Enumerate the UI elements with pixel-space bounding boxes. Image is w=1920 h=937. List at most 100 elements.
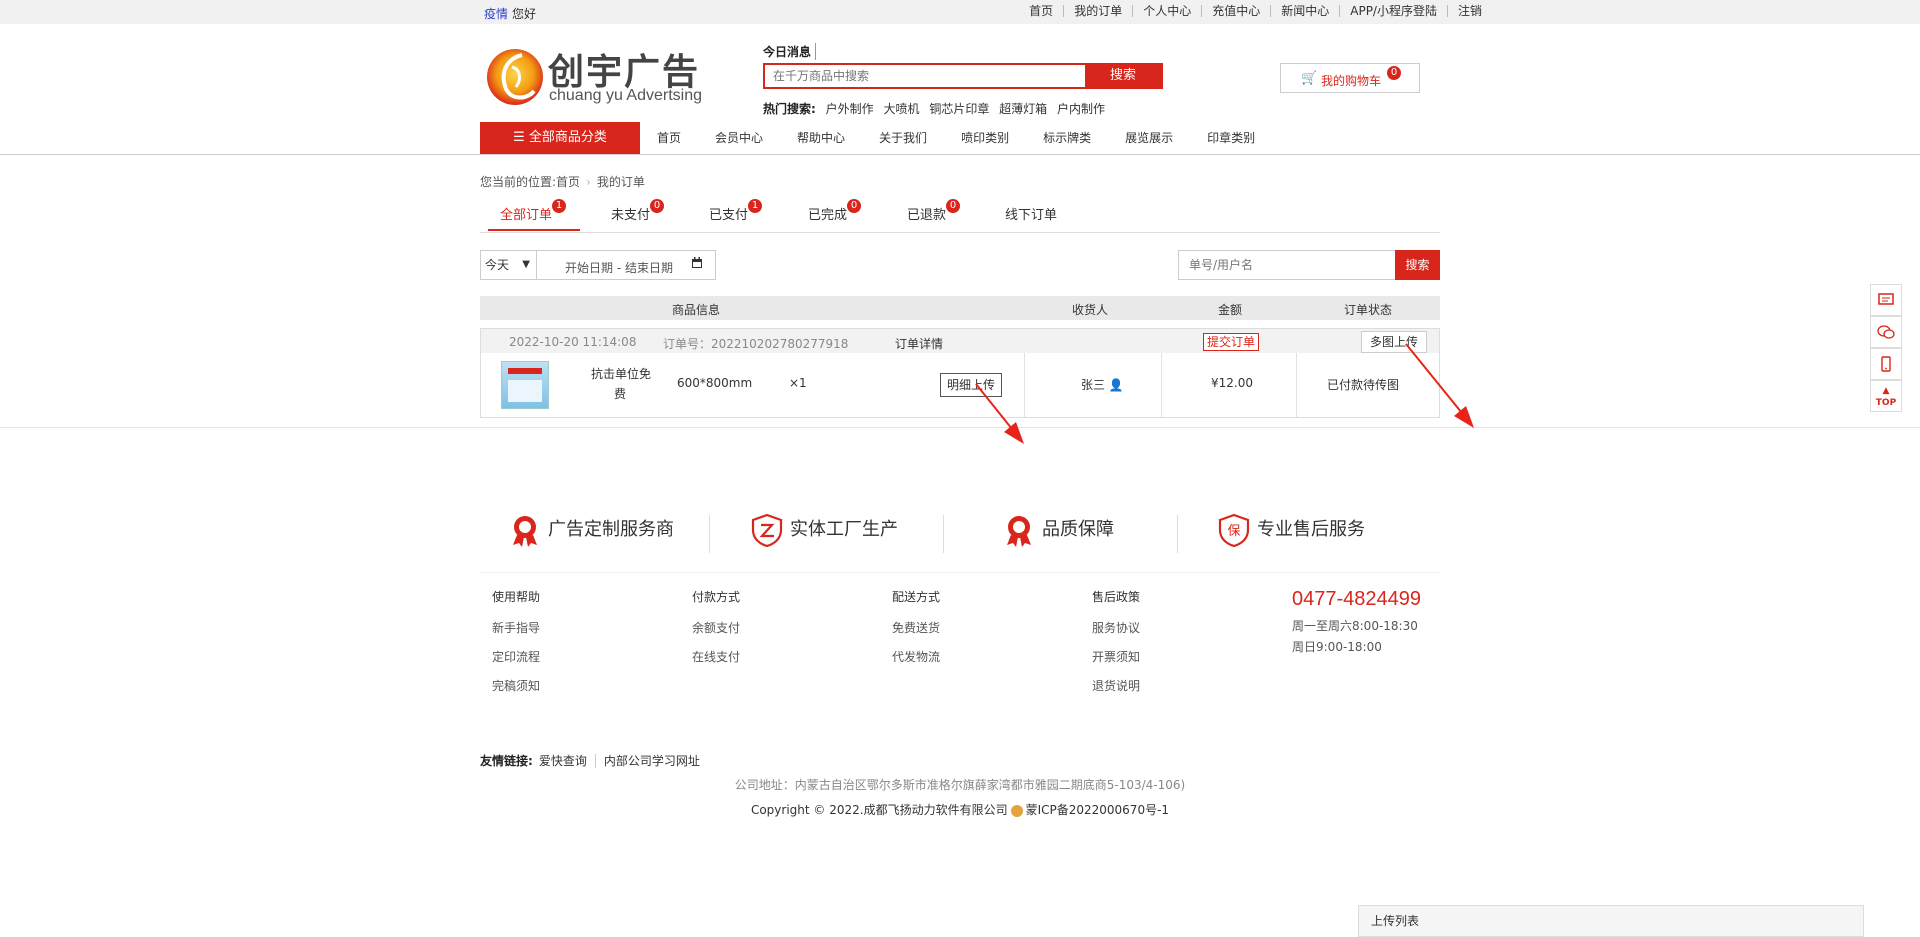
tab-count-badge: 0 (650, 199, 664, 213)
cart-button[interactable]: 🛒 我的购物车 0 (1280, 63, 1420, 93)
nav-item-help[interactable]: 帮助中心 (780, 122, 862, 154)
footer-link[interactable]: 开票须知 (1092, 648, 1140, 665)
link-divider (594, 754, 596, 768)
top-link-orders[interactable]: 我的订单 (1063, 5, 1132, 17)
nav-item-signage[interactable]: 标示牌类 (1026, 122, 1108, 154)
greeting: 疫情 您好 (484, 5, 536, 22)
friend-link[interactable]: 爱快查询 (539, 754, 587, 768)
footer-link[interactable]: 定印流程 (492, 648, 540, 665)
order-amount: ¥12.00 (1211, 376, 1253, 390)
tab-offline-orders[interactable]: 线下订单 (1005, 204, 1057, 223)
nav-item-exhibition[interactable]: 展览展示 (1108, 122, 1190, 154)
product-thumbnail[interactable] (501, 361, 549, 409)
feature-divider (709, 515, 710, 553)
side-toolbar: ▲ TOP (1870, 284, 1902, 412)
hot-search-item[interactable]: 大喷机 (883, 102, 919, 116)
order-search-button[interactable]: 搜索 (1395, 250, 1440, 280)
all-categories-button[interactable]: ☰ 全部商品分类 (480, 122, 640, 154)
order-card: 2022-10-20 11:14:08 订单号：2022102027802779… (480, 328, 1440, 418)
footer-col-title: 配送方式 (892, 590, 941, 604)
header-status: 订单状态 (1344, 303, 1393, 317)
feature-divider (943, 515, 944, 553)
top-link-profile[interactable]: 个人中心 (1132, 5, 1201, 17)
top-bar: 疫情 您好 首页 我的订单 个人中心 充值中心 新闻中心 APP/小程序登陆 注销 (0, 0, 1920, 24)
cart-label: 我的购物车 (1321, 74, 1382, 88)
nav-item-home[interactable]: 首页 (640, 122, 698, 154)
wechat-icon[interactable] (1870, 316, 1902, 348)
nav-item-seal[interactable]: 印章类别 (1190, 122, 1272, 154)
today-message[interactable]: 今日消息 (763, 43, 817, 60)
greeting-text: 您好 (512, 7, 537, 21)
product-quantity: ×1 (789, 376, 807, 390)
greeting-link[interactable]: 疫情 (484, 7, 508, 21)
icp-link[interactable]: 蒙ICP备2022000670号-1 (1026, 803, 1169, 817)
search-button[interactable]: 搜索 (1085, 65, 1161, 87)
mobile-icon[interactable] (1870, 348, 1902, 380)
svg-text:保: 保 (1227, 524, 1240, 539)
user-icon: 👤 (1108, 378, 1124, 392)
top-link-recharge[interactable]: 充值中心 (1201, 5, 1270, 17)
arrow-up-icon: ▲ (1882, 386, 1890, 396)
upload-list-panel[interactable]: 上传列表 (1358, 905, 1864, 937)
hot-search-item[interactable]: 铜芯片印章 (929, 102, 989, 116)
site-logo[interactable]: 创宇广告 chuang yu Advertsing (484, 43, 724, 107)
date-range-select[interactable]: 今天 ▼ (481, 251, 537, 279)
chevron-down-icon: ▼ (522, 259, 530, 270)
footer-col-delivery: 配送方式 免费送货 代发物流 (892, 588, 940, 677)
tab-refunded[interactable]: 已退款 0 (907, 199, 960, 223)
nav-item-about[interactable]: 关于我们 (862, 122, 944, 154)
search-input[interactable] (765, 65, 1101, 87)
top-link-app-login[interactable]: APP/小程序登陆 (1339, 5, 1447, 17)
hot-search-item[interactable]: 超薄灯箱 (999, 102, 1047, 116)
top-link-home[interactable]: 首页 (1019, 5, 1063, 17)
top-links: 首页 我的订单 个人中心 充值中心 新闻中心 APP/小程序登陆 注销 (1019, 5, 1492, 17)
detail-upload-button[interactable]: 明细上传 (940, 373, 1002, 397)
multi-upload-button[interactable]: 多图上传 (1361, 331, 1428, 353)
message-icon[interactable] (1870, 284, 1902, 316)
footer-col-aftersale: 售后政策 服务协议 开票须知 退货说明 (1092, 588, 1140, 706)
footer-link[interactable]: 免费送货 (892, 619, 940, 636)
footer-link[interactable]: 服务协议 (1092, 619, 1140, 636)
order-search-input[interactable] (1179, 251, 1389, 279)
friend-link[interactable]: 内部公司学习网址 (604, 754, 700, 768)
date-range-input[interactable]: 开始日期 - 结束日期 (565, 259, 673, 276)
friend-links: 友情链接: 爱快查询 内部公司学习网址 (480, 752, 700, 769)
footer-link[interactable]: 完稿须知 (492, 677, 540, 694)
back-to-top-button[interactable]: ▲ TOP (1870, 380, 1902, 412)
footer-link[interactable]: 余额支付 (692, 619, 740, 636)
top-link-logout[interactable]: 注销 (1446, 5, 1492, 17)
product-name-line1[interactable]: 抗击单位免 (591, 365, 651, 382)
submit-order-button[interactable]: 提交订单 (1203, 333, 1260, 351)
order-detail-link[interactable]: 订单详情 (895, 335, 943, 352)
top-link-news[interactable]: 新闻中心 (1270, 5, 1339, 17)
product-name-line2[interactable]: 费 (614, 385, 626, 402)
header-amount: 金额 (1218, 303, 1243, 317)
column-divider (1161, 353, 1162, 417)
company-address: 公司地址：内蒙古自治区鄂尔多斯市准格尔旗薛家湾都市雅园二期底商5-103/4-1… (734, 778, 1186, 792)
breadcrumb-home[interactable]: 首页 (556, 175, 580, 189)
breadcrumb-current: 我的订单 (596, 175, 645, 189)
footer-link[interactable]: 退货说明 (1092, 677, 1140, 694)
tab-paid[interactable]: 已支付 1 (709, 199, 762, 223)
footer-link[interactable]: 在线支付 (692, 648, 740, 665)
hot-search-item[interactable]: 户外制作 (826, 102, 874, 116)
nav-item-print[interactable]: 喷印类别 (944, 122, 1026, 154)
footer-link[interactable]: 代发物流 (892, 648, 940, 665)
calendar-icon[interactable] (691, 257, 703, 273)
feature-label: 广告定制服务商 (548, 519, 674, 540)
tab-count-badge: 0 (946, 199, 960, 213)
active-tab-underline (488, 229, 580, 231)
service-phone: 0477-4824499 (1292, 588, 1422, 610)
feature-divider (1177, 515, 1178, 553)
tab-completed[interactable]: 已完成 0 (808, 199, 861, 223)
order-number: 订单号：202210202780277918 (663, 337, 849, 351)
footer-col-payment: 付款方式 余额支付 在线支付 (692, 588, 740, 677)
hot-searches: 热门搜索: 户外制作 大喷机 铜芯片印章 超薄灯箱 户内制作 (763, 100, 1111, 117)
tab-unpaid[interactable]: 未支付 0 (611, 199, 664, 223)
footer-link[interactable]: 新手指导 (492, 619, 540, 636)
order-search: 搜索 (1178, 250, 1440, 280)
hot-search-item[interactable]: 户内制作 (1057, 102, 1105, 116)
tab-all-orders[interactable]: 全部订单 1 (500, 199, 566, 223)
nav-item-member[interactable]: 会员中心 (698, 122, 780, 154)
order-header: 2022-10-20 11:14:08 订单号：2022102027802779… (481, 329, 1439, 353)
